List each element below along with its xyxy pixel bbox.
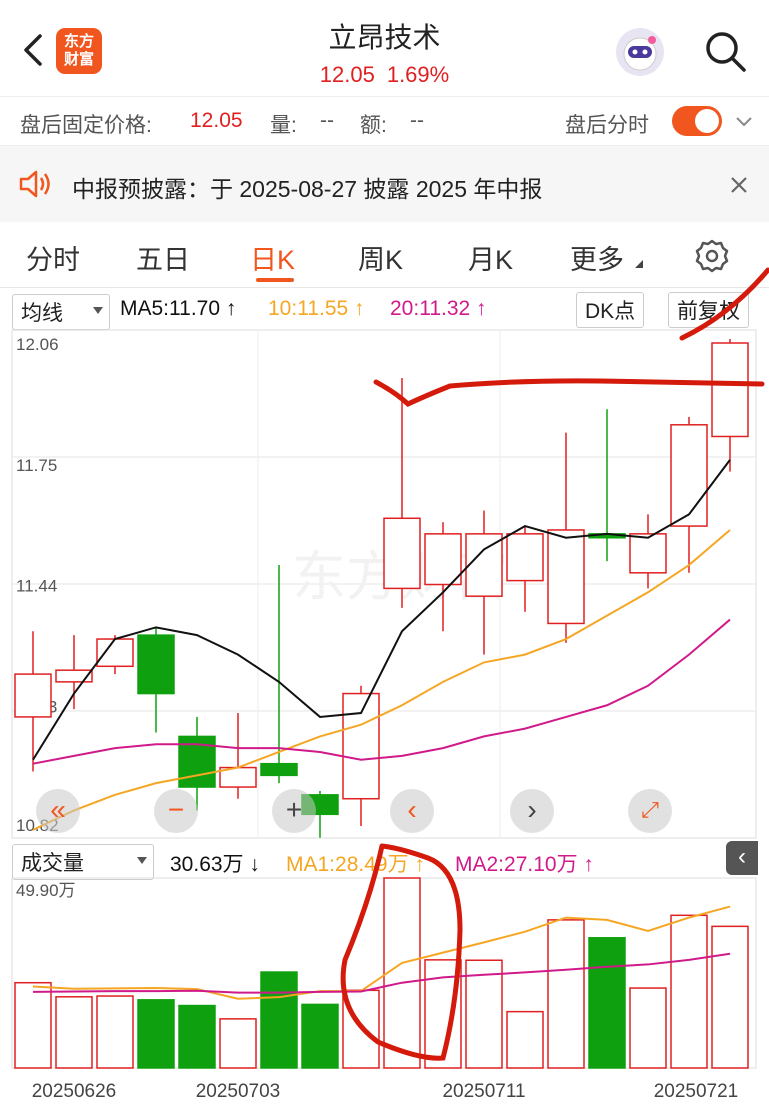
candle-body [383, 517, 421, 590]
date-axis-label: 20250711 [442, 1081, 525, 1102]
volume-bar [383, 877, 421, 1069]
candle-body [629, 533, 667, 574]
volume-bar [219, 1018, 257, 1069]
rewind-button[interactable]: « [36, 789, 80, 833]
volume-bar [711, 925, 749, 1069]
volume-bar [301, 1003, 339, 1069]
volume-bar [506, 1010, 544, 1069]
candle-body [711, 342, 749, 438]
candle-body [670, 424, 708, 527]
volume-bar [588, 937, 626, 1069]
zoom-out-button[interactable]: − [154, 789, 198, 833]
date-axis-label: 20250626 [32, 1081, 117, 1102]
volume-bar [137, 999, 175, 1069]
side-panel-toggle[interactable]: ‹ [726, 841, 758, 875]
volume-bar [547, 919, 585, 1069]
candle-body [424, 533, 462, 586]
volume-max-label: 49.90万 [16, 881, 76, 900]
annotation-stroke [679, 267, 769, 341]
volume-bar [260, 971, 298, 1069]
zoom-in-button[interactable]: + [272, 789, 316, 833]
candle-body [96, 638, 134, 668]
kline-chart[interactable]: 东方财富12.0611.7511.4411.1310.8249.90万20250… [0, 0, 769, 1110]
volume-bar [96, 995, 134, 1069]
price-axis-label: 11.44 [16, 577, 57, 596]
price-axis-label: 11.75 [16, 456, 57, 475]
fullscreen-button[interactable]: ⤢ [628, 789, 672, 833]
volume-bar [14, 981, 52, 1069]
date-axis-label: 20250703 [196, 1081, 281, 1102]
scroll-left-button[interactable]: ‹ [390, 789, 434, 833]
candle-body [342, 692, 380, 800]
price-axis-label: 12.06 [16, 335, 59, 354]
annotation-resistance-line [373, 378, 765, 407]
volume-bar [629, 987, 667, 1069]
date-axis-label: 20250721 [654, 1081, 739, 1102]
candle-body [260, 762, 298, 777]
volume-bar [178, 1004, 216, 1069]
candle-body [506, 533, 544, 582]
candle-body [547, 529, 585, 625]
volume-bar [670, 914, 708, 1069]
scroll-right-button[interactable]: › [510, 789, 554, 833]
candle-body [14, 673, 52, 718]
candle-body [137, 634, 175, 695]
volume-bar [55, 996, 93, 1069]
